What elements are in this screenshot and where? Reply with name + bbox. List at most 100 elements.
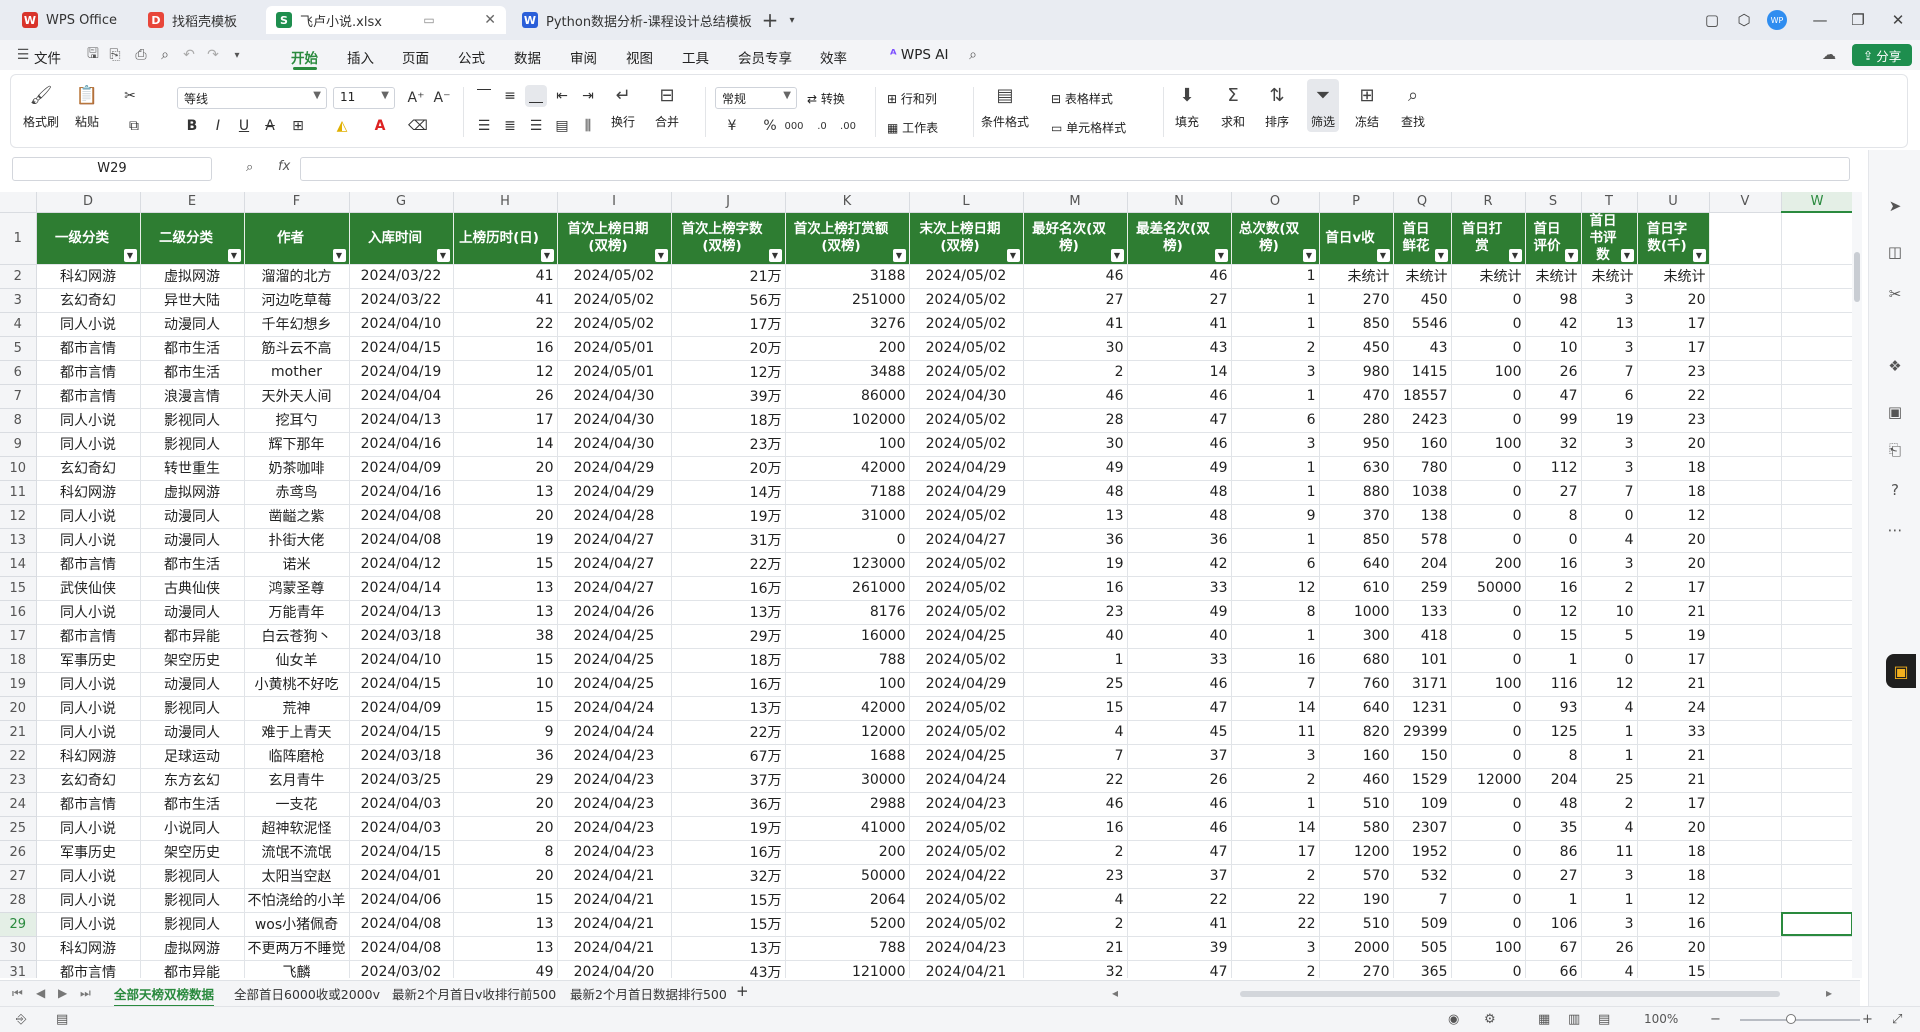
table-cell[interactable]: 510 [1319, 912, 1394, 937]
table-cell[interactable]: 2024/04/25 [909, 624, 1024, 649]
prev-sheet-icon[interactable]: ◀ [36, 986, 45, 1000]
table-cell[interactable]: 2024/04/29 [557, 456, 672, 481]
table-cell[interactable]: 640 [1319, 696, 1394, 721]
table-cell[interactable]: 1200 [1319, 840, 1394, 865]
table-cell[interactable]: 300 [1319, 624, 1394, 649]
tab-word-doc[interactable]: W Python数据分析-课程设计总结模板.d ✕ [512, 6, 752, 34]
menu-insert[interactable]: 插入 [347, 47, 374, 67]
monitor-icon[interactable]: ▭ [423, 13, 434, 27]
table-cell[interactable]: 动漫同人 [140, 312, 245, 337]
row-header[interactable]: 6 [0, 360, 37, 385]
table-cell[interactable]: 5200 [785, 912, 910, 937]
zoom-level[interactable]: 100% [1644, 1012, 1678, 1026]
table-cell[interactable]: 小说同人 [140, 816, 245, 841]
table-cell[interactable]: 20 [453, 864, 558, 889]
table-cell[interactable]: 26 [1525, 360, 1582, 385]
table-cell[interactable]: 3 [1581, 336, 1638, 361]
table-cell[interactable]: 太阳当空赵 [244, 864, 350, 889]
table-cell[interactable]: 13 [453, 576, 558, 601]
table-cell[interactable]: 13万 [671, 696, 786, 721]
table-cell[interactable]: wos小猪佩奇 [244, 912, 350, 937]
header-cell[interactable]: 一级分类 ▼ [36, 212, 141, 265]
table-cell[interactable]: 7 [1581, 480, 1638, 505]
table-cell[interactable]: 3 [1581, 288, 1638, 313]
row-header[interactable]: 7 [0, 384, 37, 409]
chevron-down-icon[interactable]: ▾ [228, 46, 246, 64]
filter-dropdown-icon[interactable]: ▼ [1564, 248, 1578, 262]
column-header[interactable]: S [1525, 192, 1582, 213]
table-cell[interactable]: 2 [1231, 768, 1320, 793]
empty-cell[interactable] [1709, 816, 1782, 841]
header-cell[interactable]: 最差名次(双榜) ▼ [1127, 212, 1232, 265]
table-cell[interactable]: 2024/04/23 [557, 816, 672, 841]
table-cell[interactable]: 23 [1637, 360, 1710, 385]
table-cell[interactable]: 9 [453, 720, 558, 745]
undo-icon[interactable]: ↶ [180, 46, 198, 64]
row-header[interactable]: 4 [0, 312, 37, 337]
table-cell[interactable]: 49 [1127, 456, 1232, 481]
empty-cell[interactable] [1781, 384, 1854, 409]
filter-dropdown-icon[interactable]: ▼ [1376, 248, 1390, 262]
tab-wps-office[interactable]: W WPS Office [12, 6, 142, 34]
row-header[interactable]: 11 [0, 480, 37, 505]
menu-member[interactable]: 会员专享 [738, 47, 792, 67]
table-cell[interactable]: 2024/04/24 [557, 696, 672, 721]
formula-input[interactable] [300, 157, 1850, 181]
table-cell[interactable]: 2024/04/29 [557, 480, 672, 505]
table-cell[interactable]: 37万 [671, 768, 786, 793]
table-cell[interactable]: 14 [1231, 816, 1320, 841]
header-cell[interactable]: 首次上榜字数(双榜) ▼ [671, 212, 786, 265]
table-cell[interactable]: 2024/04/29 [909, 672, 1024, 697]
table-cell[interactable]: 121000 [785, 960, 910, 978]
empty-cell[interactable] [1781, 960, 1854, 978]
table-cell[interactable]: 6 [1231, 408, 1320, 433]
table-cell[interactable]: 3 [1231, 360, 1320, 385]
page-layout-icon[interactable]: ▥ [1568, 1012, 1580, 1027]
table-cell[interactable]: 16 [1637, 912, 1710, 937]
table-cell[interactable]: 0 [1451, 840, 1526, 865]
row-header[interactable]: 13 [0, 528, 37, 553]
empty-cell[interactable] [1709, 648, 1782, 673]
table-cell[interactable]: 0 [1581, 504, 1638, 529]
table-cell[interactable]: 270 [1319, 960, 1394, 978]
table-cell[interactable]: 24 [1637, 696, 1710, 721]
table-cell[interactable]: 93 [1525, 696, 1582, 721]
table-cell[interactable]: 8 [453, 840, 558, 865]
header-cell[interactable]: 首日鲜花 ▼ [1393, 212, 1452, 265]
table-cell[interactable]: 509 [1393, 912, 1452, 937]
table-cell[interactable]: 2024/04/23 [909, 936, 1024, 961]
table-cell[interactable]: 0 [1451, 336, 1526, 361]
table-cell[interactable]: 850 [1319, 528, 1394, 553]
table-cell[interactable]: 39 [1127, 936, 1232, 961]
table-cell[interactable]: 都市言情 [36, 792, 141, 817]
filter-dropdown-icon[interactable]: ▼ [1692, 248, 1706, 262]
table-cell[interactable]: 15 [453, 696, 558, 721]
column-header[interactable]: W [1781, 192, 1854, 213]
table-cell[interactable]: 26 [453, 384, 558, 409]
table-cell[interactable]: 10 [453, 672, 558, 697]
table-cell[interactable]: 辉下那年 [244, 432, 350, 457]
empty-cell[interactable] [1709, 212, 1782, 265]
table-style-button[interactable]: ⊟ 表格样式 [1051, 90, 1113, 107]
table-cell[interactable]: 2024/03/25 [349, 768, 454, 793]
table-cell[interactable]: 150 [1393, 744, 1452, 769]
header-cell[interactable]: 首日书评数 ▼ [1581, 212, 1638, 265]
table-cell[interactable]: 25 [1581, 768, 1638, 793]
table-cell[interactable]: 仙女羊 [244, 648, 350, 673]
table-cell[interactable]: 4 [1581, 528, 1638, 553]
table-cell[interactable]: 0 [1451, 960, 1526, 978]
table-cell[interactable]: 同人小说 [36, 408, 141, 433]
bold-button[interactable]: B [181, 115, 203, 137]
table-cell[interactable]: 0 [1451, 792, 1526, 817]
decrease-font-icon[interactable]: A⁻ [431, 87, 453, 109]
table-cell[interactable]: 2024/04/23 [557, 840, 672, 865]
chat-icon[interactable]: ◫ [1885, 242, 1905, 262]
table-cell[interactable]: 浪漫言情 [140, 384, 245, 409]
table-cell[interactable]: 8 [1525, 504, 1582, 529]
empty-cell[interactable] [1781, 288, 1854, 313]
table-cell[interactable]: 2024/05/02 [909, 336, 1024, 361]
table-cell[interactable]: 11 [1581, 840, 1638, 865]
table-cell[interactable]: 12000 [1451, 768, 1526, 793]
table-cell[interactable]: 26 [1127, 768, 1232, 793]
table-cell[interactable]: 2024/04/08 [349, 912, 454, 937]
